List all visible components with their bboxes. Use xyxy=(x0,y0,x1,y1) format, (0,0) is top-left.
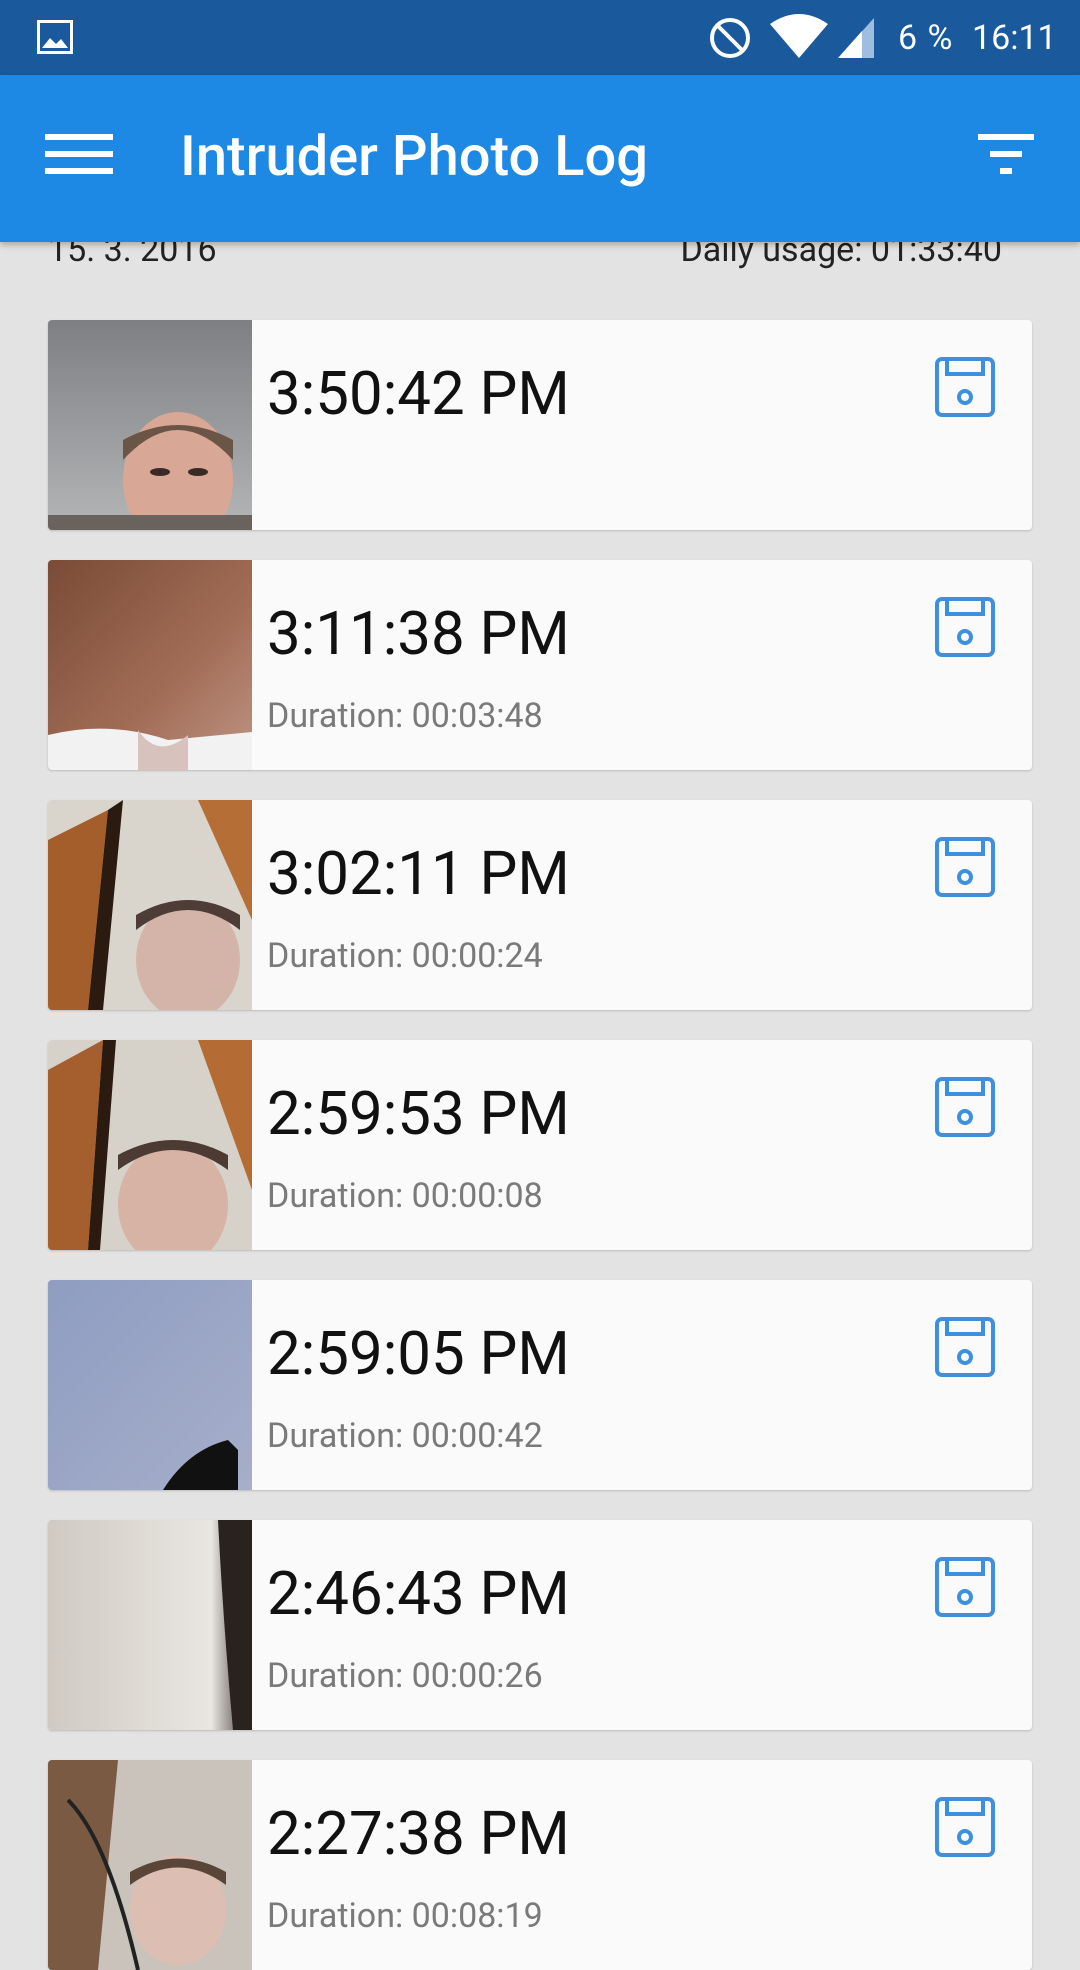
entry-time: 2:59:05 PM xyxy=(267,1318,570,1389)
list-item[interactable]: 3:50:42 PM xyxy=(48,320,1032,530)
entry-duration: Duration: 00:08:19 xyxy=(267,1896,543,1936)
intruder-photo-thumbnail xyxy=(48,800,252,1010)
page-title: Intruder Photo Log xyxy=(180,123,648,189)
list-item[interactable]: 2:27:38 PM Duration: 00:08:19 xyxy=(48,1760,1032,1970)
intruder-photo-thumbnail xyxy=(48,1280,252,1490)
entry-time: 2:27:38 PM xyxy=(267,1798,570,1869)
list-item[interactable]: 2:59:05 PM Duration: 00:00:42 xyxy=(48,1280,1032,1490)
list-item[interactable]: 2:59:53 PM Duration: 00:00:08 xyxy=(48,1040,1032,1250)
save-icon[interactable] xyxy=(934,1796,996,1858)
entry-time: 2:46:43 PM xyxy=(267,1558,570,1629)
hamburger-menu-icon[interactable] xyxy=(45,130,113,178)
intruder-photo-thumbnail xyxy=(48,1040,252,1250)
do-not-disturb-icon xyxy=(710,18,750,58)
save-icon[interactable] xyxy=(934,1556,996,1618)
entry-time: 3:11:38 PM xyxy=(267,598,570,669)
list-item[interactable]: 3:11:38 PM Duration: 00:03:48 xyxy=(48,560,1032,770)
clock-time: 16:11 xyxy=(972,18,1057,58)
intruder-photo-thumbnail xyxy=(48,1760,252,1970)
entry-duration: Duration: 00:00:26 xyxy=(267,1656,543,1696)
save-icon[interactable] xyxy=(934,1076,996,1138)
cell-signal-icon xyxy=(838,18,874,58)
entry-duration: Duration: 00:03:48 xyxy=(267,696,543,736)
entry-time: 3:02:11 PM xyxy=(267,838,570,909)
save-icon[interactable] xyxy=(934,356,996,418)
filter-icon[interactable] xyxy=(972,130,1040,178)
entry-time: 3:50:42 PM xyxy=(267,358,570,429)
list-item[interactable]: 3:02:11 PM Duration: 00:00:24 xyxy=(48,800,1032,1010)
save-icon[interactable] xyxy=(934,596,996,658)
entry-duration: Duration: 00:00:24 xyxy=(267,936,543,976)
entry-duration: Duration: 00:00:08 xyxy=(267,1176,543,1216)
entry-time: 2:59:53 PM xyxy=(267,1078,570,1149)
battery-percentage: 6 % xyxy=(898,18,954,58)
app-bar: Intruder Photo Log xyxy=(0,75,1080,242)
list-item[interactable]: 2:46:43 PM Duration: 00:00:26 xyxy=(48,1520,1032,1730)
status-bar: 6 % 16:11 xyxy=(0,0,1080,75)
wifi-icon xyxy=(770,14,828,58)
image-notification-icon xyxy=(37,20,73,54)
intruder-photo-thumbnail xyxy=(48,320,252,530)
intruder-photo-thumbnail xyxy=(48,560,252,770)
save-icon[interactable] xyxy=(934,836,996,898)
entry-duration: Duration: 00:00:42 xyxy=(267,1416,543,1456)
intruder-photo-thumbnail xyxy=(48,1520,252,1730)
save-icon[interactable] xyxy=(934,1316,996,1378)
